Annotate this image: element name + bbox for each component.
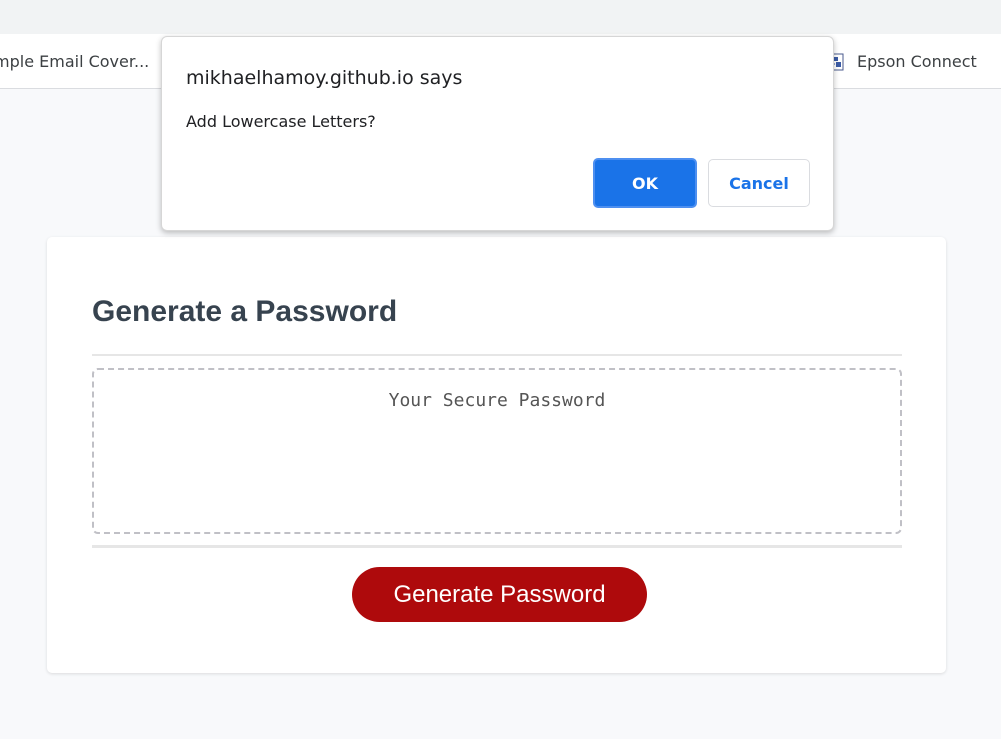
password-card: Generate a Password Generate Password xyxy=(47,237,946,673)
dialog-message: Add Lowercase Letters? xyxy=(186,112,376,131)
cancel-button[interactable]: Cancel xyxy=(708,159,810,207)
card-divider-bottom xyxy=(92,545,902,548)
browser-toolbar xyxy=(0,0,1001,34)
ok-button[interactable]: OK xyxy=(593,158,697,208)
generate-password-button[interactable]: Generate Password xyxy=(352,567,647,622)
bookmark-email-cover[interactable]: mple Email Cover... xyxy=(0,34,149,89)
card-divider-top xyxy=(92,354,902,356)
dialog-title: mikhaelhamoy.github.io says xyxy=(186,67,463,89)
page-title: Generate a Password xyxy=(92,295,398,328)
password-output[interactable] xyxy=(92,368,902,534)
bookmark-label: Epson Connect xyxy=(857,52,977,71)
bookmark-epson-connect[interactable]: Epson Connect xyxy=(828,34,977,89)
bookmark-label: mple Email Cover... xyxy=(0,52,150,71)
confirm-dialog: mikhaelhamoy.github.io says Add Lowercas… xyxy=(161,36,834,231)
